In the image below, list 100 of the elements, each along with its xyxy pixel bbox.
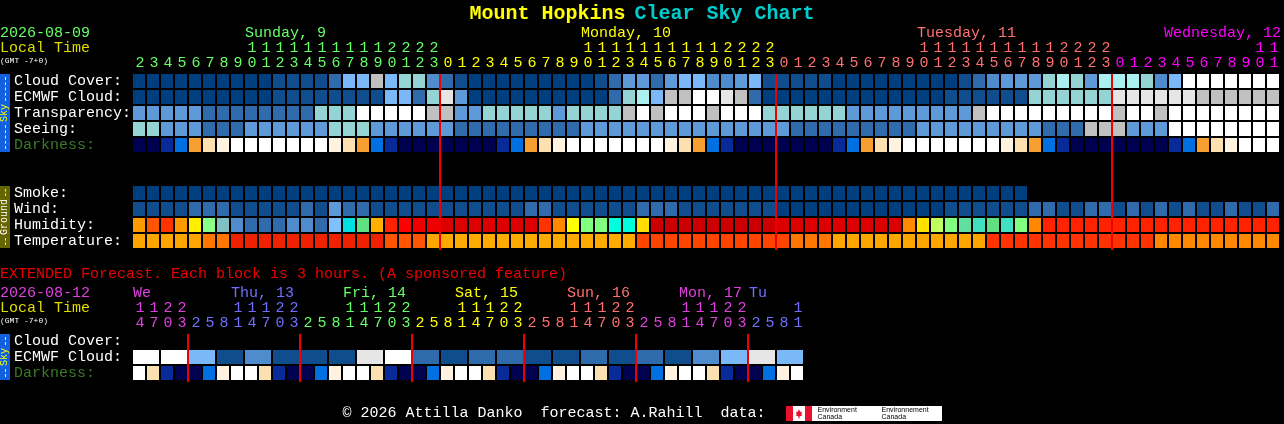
hour-label: 4 xyxy=(1171,56,1181,71)
hour-label: 5 xyxy=(765,316,775,331)
hour-label: 0 xyxy=(1115,56,1125,71)
hour-label: 18 xyxy=(359,41,369,71)
hour-label: 5 xyxy=(849,56,859,71)
hour-label: 9 xyxy=(1241,56,1251,71)
hour-label: 15 xyxy=(989,41,999,71)
hour-label: 22 xyxy=(1087,41,1097,71)
hour-label: 14 xyxy=(695,301,705,331)
row-label: Darkness: xyxy=(13,366,96,382)
hour-label: 11 xyxy=(569,301,579,331)
hour-label: 14 xyxy=(583,301,593,331)
hour-label: 10 xyxy=(583,41,593,71)
hour-label: 2 xyxy=(303,316,313,331)
hour-label: 17 xyxy=(345,41,355,71)
hour-label: 14 xyxy=(247,301,257,331)
day-label: Monday, 10 xyxy=(581,26,671,41)
hour-label: 2 xyxy=(527,316,537,331)
hour-label: 4 xyxy=(499,56,509,71)
hour-label: 23 xyxy=(513,301,523,331)
hour-label: 20 xyxy=(1059,41,1069,71)
hour-label: 8 xyxy=(779,316,789,331)
row-label: Wind: xyxy=(13,202,60,218)
hour-label: 23 xyxy=(289,301,299,331)
hour-label: 14 xyxy=(471,301,481,331)
hour-label: 19 xyxy=(373,41,383,71)
hour-label: 11 xyxy=(345,301,355,331)
hour-label: 12 xyxy=(947,41,957,71)
hour-label: 12 xyxy=(611,41,621,71)
hour-label: 14 xyxy=(135,301,145,331)
hour-label: 17 xyxy=(681,41,691,71)
hour-label: 20 xyxy=(387,41,397,71)
hour-label: 9 xyxy=(233,56,243,71)
timezone-label: (GMT -7+0) xyxy=(0,56,49,66)
hour-label: 19 xyxy=(709,41,719,71)
hour-label: 5 xyxy=(653,316,663,331)
day-label: Fri, 14 xyxy=(343,286,406,301)
day-label: Wednesday, 12 xyxy=(1163,26,1281,41)
hour-label: 23 xyxy=(765,41,775,71)
hour-label: 11 xyxy=(233,301,243,331)
hour-label: 7 xyxy=(541,56,551,71)
hour-label: 11 xyxy=(597,41,607,71)
hour-label: 2 xyxy=(415,316,425,331)
hour-label: 22 xyxy=(415,41,425,71)
local-time-label: Local Time xyxy=(0,41,91,56)
hour-label: 2 xyxy=(751,316,761,331)
day-label: Sunday, 9 xyxy=(245,26,326,41)
row-label: Temperature: xyxy=(13,234,124,250)
hour-label: 9 xyxy=(569,56,579,71)
day-label: Tuesday, 11 xyxy=(917,26,1017,41)
hour-label: 8 xyxy=(667,316,677,331)
local-time-label: Local Time xyxy=(0,301,91,316)
hour-label: 17 xyxy=(1017,41,1027,71)
hour-label: 17 xyxy=(597,301,607,331)
hour-label: 8 xyxy=(219,56,229,71)
date-label: 2026-08-09 xyxy=(0,26,91,41)
hour-label: 17 xyxy=(373,301,383,331)
hour-label: 5 xyxy=(429,316,439,331)
hour-label: 23 xyxy=(1101,41,1111,71)
timezone-label: (GMT -7+0) xyxy=(0,316,49,326)
hour-label: 11 xyxy=(261,41,271,71)
hour-label: 5 xyxy=(205,316,215,331)
day-label: Mon, 17 xyxy=(679,286,742,301)
hour-label: 8 xyxy=(555,316,565,331)
hour-label: 6 xyxy=(191,56,201,71)
hour-label: 16 xyxy=(331,41,341,71)
hour-label: 23 xyxy=(429,41,439,71)
hour-label: 7 xyxy=(1213,56,1223,71)
hour-label: 11 xyxy=(1269,41,1279,71)
credits-text: © 2026 Attilla Danko forecast: A.Rahill data: xyxy=(342,404,766,422)
hour-label: 20 xyxy=(611,301,621,331)
hour-label: 20 xyxy=(163,301,173,331)
hour-label: 6 xyxy=(527,56,537,71)
day-label: Sun, 16 xyxy=(567,286,630,301)
hour-label: 9 xyxy=(905,56,915,71)
hour-label: 4 xyxy=(163,56,173,71)
hour-label: 7 xyxy=(877,56,887,71)
row-label: Humidity: xyxy=(13,218,96,234)
row-label: Smoke: xyxy=(13,186,69,202)
hour-label: 11 xyxy=(933,41,943,71)
day-label: Thu, 13 xyxy=(231,286,294,301)
hour-label: 5 xyxy=(1185,56,1195,71)
hour-label: 19 xyxy=(1045,41,1055,71)
hour-label: 3 xyxy=(149,56,159,71)
hour-label: 13 xyxy=(625,41,635,71)
hour-label: 18 xyxy=(695,41,705,71)
site-title: Mount Hopkins xyxy=(469,1,626,25)
hour-label: 21 xyxy=(401,41,411,71)
hour-label: 3 xyxy=(1157,56,1167,71)
day-label: We xyxy=(133,286,151,301)
hour-label: 21 xyxy=(1073,41,1083,71)
hour-label: 1 xyxy=(793,56,803,71)
hour-label: 17 xyxy=(261,301,271,331)
hour-label: 2 xyxy=(639,316,649,331)
hour-label: 14 xyxy=(303,41,313,71)
flag-icon xyxy=(785,405,812,421)
hour-label: 12 xyxy=(275,41,285,71)
hour-label: 20 xyxy=(499,301,509,331)
hour-label: 20 xyxy=(387,301,397,331)
hour-label: 8 xyxy=(891,56,901,71)
